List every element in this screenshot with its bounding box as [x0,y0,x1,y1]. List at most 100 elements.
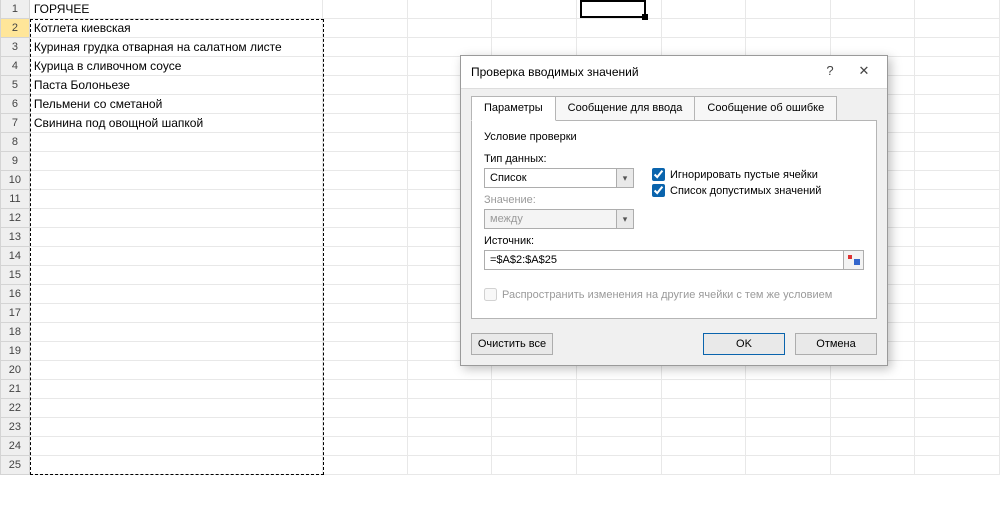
in-cell-dropdown-checkbox[interactable]: Список допустимых значений [652,184,821,197]
cell[interactable] [746,399,831,418]
row-header[interactable]: 5 [0,76,30,95]
row-header[interactable]: 8 [0,133,30,152]
cell[interactable] [30,285,323,304]
cell[interactable] [577,437,662,456]
cell[interactable] [323,19,408,38]
cell[interactable] [30,266,323,285]
row-header[interactable]: 13 [0,228,30,247]
cell[interactable] [30,209,323,228]
cell[interactable] [831,19,916,38]
cell[interactable] [915,247,1000,266]
dialog-titlebar[interactable]: Проверка вводимых значений ? ✕ [461,56,887,89]
row-header[interactable]: 15 [0,266,30,285]
cell[interactable] [915,361,1000,380]
cell[interactable] [30,342,323,361]
row-header[interactable]: 21 [0,380,30,399]
cell[interactable] [746,19,831,38]
cell[interactable] [915,399,1000,418]
cell[interactable] [662,456,747,475]
cell[interactable] [915,228,1000,247]
cell[interactable] [915,437,1000,456]
cell[interactable] [323,456,408,475]
cell[interactable] [408,418,493,437]
cell[interactable] [30,152,323,171]
cell[interactable] [323,76,408,95]
cell[interactable] [915,304,1000,323]
cell[interactable] [915,133,1000,152]
cell[interactable] [915,190,1000,209]
ignore-blank-checkbox[interactable]: Игнорировать пустые ячейки [652,168,821,181]
cell[interactable] [30,190,323,209]
cell[interactable] [30,323,323,342]
cell[interactable] [577,456,662,475]
cell[interactable] [915,57,1000,76]
cell[interactable] [323,152,408,171]
cell[interactable] [408,399,493,418]
cell[interactable] [30,361,323,380]
cell[interactable] [30,171,323,190]
cell[interactable] [30,133,323,152]
cell[interactable] [30,304,323,323]
cell[interactable] [323,57,408,76]
cell[interactable] [323,0,408,19]
cell[interactable] [323,38,408,57]
row-header[interactable]: 7 [0,114,30,133]
row-header[interactable]: 17 [0,304,30,323]
cell[interactable] [746,456,831,475]
cell[interactable] [408,437,493,456]
cell[interactable] [915,380,1000,399]
cell[interactable] [323,209,408,228]
source-input[interactable] [485,251,843,269]
cell[interactable] [30,456,323,475]
cell[interactable] [408,456,493,475]
cell[interactable] [746,0,831,19]
row-header[interactable]: 24 [0,437,30,456]
row-header[interactable]: 11 [0,190,30,209]
cell[interactable] [323,171,408,190]
cell[interactable] [746,437,831,456]
cell[interactable] [492,418,577,437]
cell[interactable] [662,0,747,19]
cell[interactable] [915,152,1000,171]
row-header[interactable]: 4 [0,57,30,76]
cell[interactable] [831,380,916,399]
cell[interactable] [408,0,493,19]
cell[interactable] [577,380,662,399]
cell[interactable] [492,456,577,475]
type-select[interactable]: Список ▾ [484,168,634,188]
cell[interactable] [323,380,408,399]
row-header[interactable]: 25 [0,456,30,475]
cell[interactable] [323,342,408,361]
cell[interactable]: Курица в сливочном соусе [30,57,323,76]
row-header[interactable]: 20 [0,361,30,380]
row-header[interactable]: 14 [0,247,30,266]
cell[interactable] [915,323,1000,342]
cell[interactable] [915,19,1000,38]
cell[interactable] [323,114,408,133]
cell[interactable] [323,133,408,152]
cell[interactable] [662,399,747,418]
cell[interactable] [492,437,577,456]
cell[interactable] [662,19,747,38]
cell[interactable] [915,456,1000,475]
help-button[interactable]: ? [813,62,847,82]
cell[interactable] [831,399,916,418]
cell[interactable] [831,418,916,437]
cell[interactable] [323,323,408,342]
cell[interactable] [915,285,1000,304]
cell[interactable] [831,0,916,19]
cell[interactable] [323,95,408,114]
cell[interactable] [915,266,1000,285]
cell[interactable] [323,228,408,247]
tab-input-message[interactable]: Сообщение для ввода [555,96,696,121]
row-header[interactable]: 18 [0,323,30,342]
cell[interactable] [30,247,323,266]
cell[interactable] [323,361,408,380]
cell[interactable] [746,380,831,399]
clear-all-button[interactable]: Очистить все [471,333,553,355]
range-selector-button[interactable] [843,251,863,269]
active-cell[interactable] [580,0,646,18]
row-header[interactable]: 6 [0,95,30,114]
cell[interactable] [408,380,493,399]
cell[interactable] [915,209,1000,228]
